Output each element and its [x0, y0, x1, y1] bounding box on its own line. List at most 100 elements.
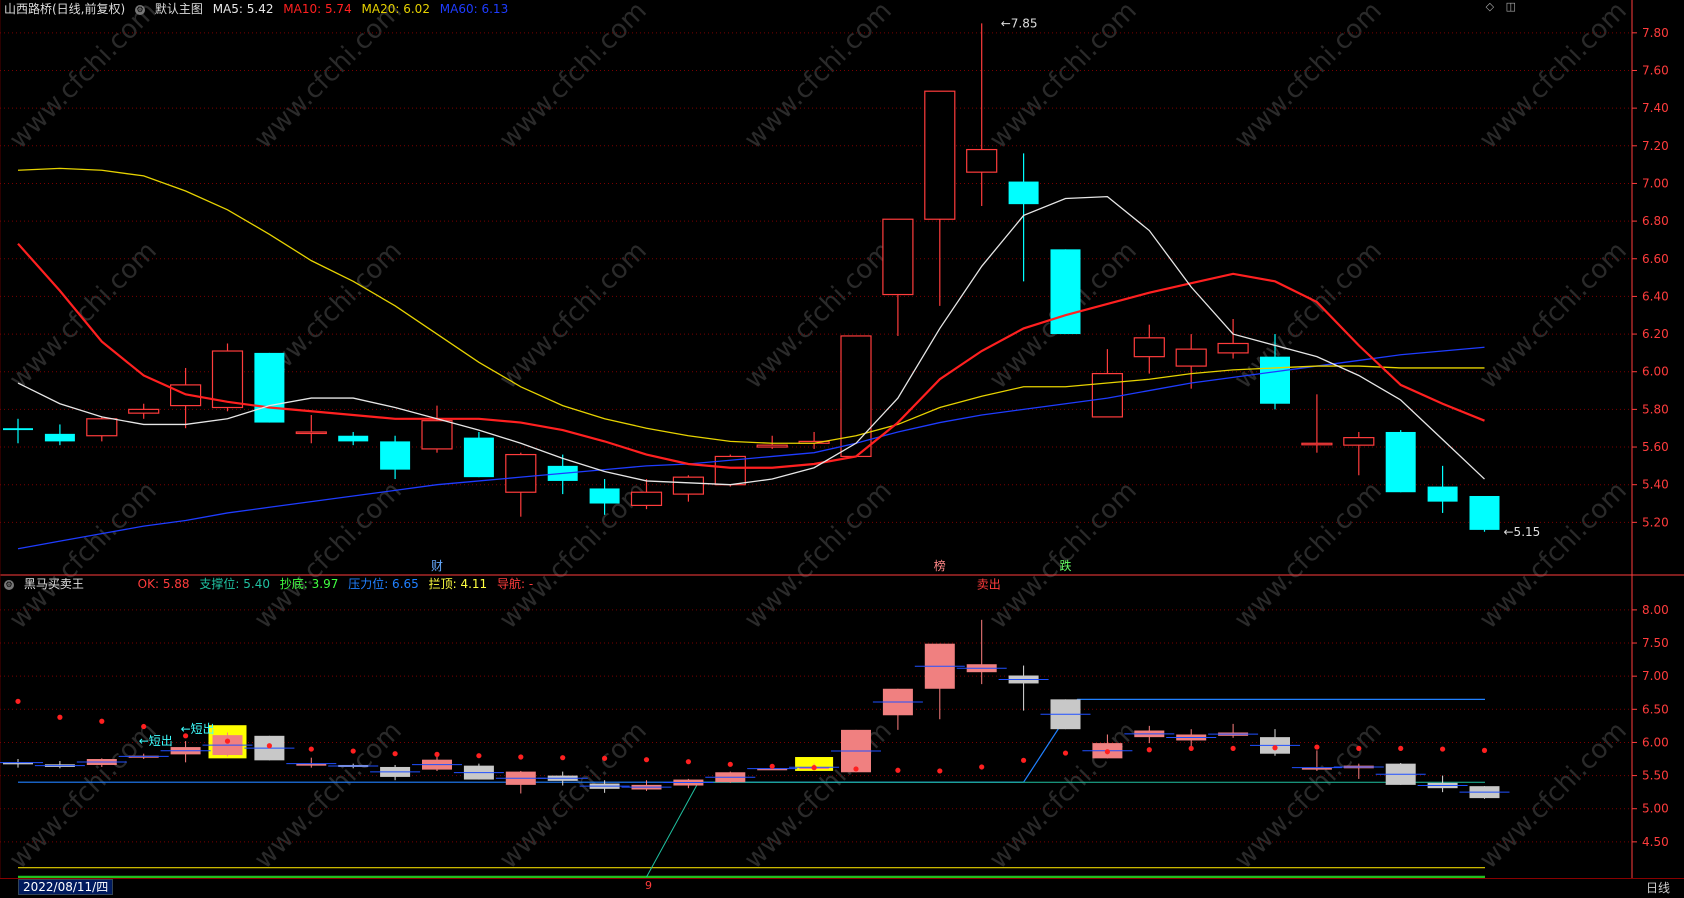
y-tick-label: 5.80 — [1642, 402, 1669, 416]
y-tick-label: 6.80 — [1642, 214, 1669, 228]
sub-chart-header: ⚙ 黑马买卖王 OK: 5.88 支撑位: 5.40 抄底: 3.97 压力位:… — [4, 575, 539, 592]
watermark-text: www.cfchi.com — [984, 476, 1143, 635]
signal-dot — [1272, 745, 1278, 751]
signal-dot — [15, 698, 21, 704]
watermark-text: www.cfchi.com — [494, 716, 653, 875]
signal-label: 卖出 — [977, 578, 1001, 592]
candle-body-up — [128, 408, 160, 414]
watermark-text: www.cfchi.com — [1474, 236, 1633, 395]
watermark-text: www.cfchi.com — [1229, 716, 1388, 875]
watermark-text: www.cfchi.com — [984, 716, 1143, 875]
y-tick-label: 7.00 — [1642, 669, 1669, 683]
y-tick-label: 7.00 — [1642, 176, 1669, 190]
signal-dot — [266, 743, 272, 749]
watermark-text: www.cfchi.com — [4, 0, 163, 155]
signal-dot — [141, 723, 147, 730]
ma10-label: MA10: 5.74 — [283, 2, 352, 16]
watermark-text: www.cfchi.com — [739, 476, 898, 635]
event-label: 财 — [431, 559, 443, 573]
y-tick-label: 8.00 — [1642, 603, 1669, 617]
signal-dot — [1021, 757, 1027, 763]
signal-dot — [1230, 745, 1236, 752]
y-tick-label: 7.50 — [1642, 636, 1669, 650]
signal-label: ←短出 — [139, 734, 173, 748]
ma5-label: MA5: 5.42 — [212, 2, 274, 16]
candle-body-up — [840, 335, 872, 458]
y-tick-label: 5.40 — [1642, 478, 1669, 492]
signal-dot — [1104, 749, 1110, 755]
watermark-text: www.cfchi.com — [1474, 0, 1633, 155]
candle-body-up — [882, 218, 914, 296]
candle-body-up — [1343, 437, 1375, 446]
signal-dot — [560, 755, 566, 761]
watermark-text: www.cfchi.com — [739, 716, 898, 875]
candle-body-down — [3, 428, 33, 431]
candle-body-up — [756, 444, 788, 448]
signal-dot — [392, 751, 398, 757]
candle-body-up — [1091, 373, 1124, 418]
candle-body-down — [1008, 181, 1039, 205]
watermark-text: www.cfchi.com — [4, 476, 163, 635]
signal-dot — [1062, 750, 1069, 756]
candle-body-up — [630, 491, 663, 507]
price-annotation: ←7.85 — [1001, 16, 1038, 30]
diamond-icon[interactable]: ◇ — [1486, 0, 1494, 13]
bottom-bar — [0, 878, 1684, 895]
event-label: 榜 — [934, 558, 946, 573]
period-tab-daily[interactable]: 日线 — [1646, 879, 1670, 896]
settings-icon[interactable]: ⚙ — [135, 4, 146, 15]
candle-body-down — [254, 352, 285, 423]
y-tick-label: 4.50 — [1642, 835, 1669, 849]
candle-body-up — [86, 418, 118, 437]
indicator-settings-icon[interactable]: ⚙ — [4, 579, 14, 590]
signal-dot — [685, 759, 692, 765]
signal-dot — [1188, 745, 1194, 752]
candle-body-up — [505, 453, 537, 493]
candle-body-up — [1217, 342, 1249, 354]
top-right-controls: ◇ ◫ — [1486, 0, 1516, 13]
signal-dot — [57, 714, 63, 720]
signal-dot — [476, 753, 482, 759]
stock-title[interactable]: 山西路桥(日线,前复权) — [4, 2, 125, 16]
y-tick-label: 5.00 — [1642, 802, 1669, 816]
signal-dot — [853, 766, 859, 772]
y-tick-label: 6.60 — [1642, 252, 1669, 266]
signal-dot — [727, 761, 733, 767]
candle-body-down — [380, 441, 411, 470]
pressure-label: 压力位: 6.65 — [348, 577, 419, 591]
signal-dot — [308, 746, 314, 752]
candle-body-down — [463, 437, 494, 478]
top-label: 拦顶: 4.11 — [428, 577, 488, 591]
candle-body-down — [1427, 486, 1458, 502]
indicator-name[interactable]: 黑马买卖王 — [24, 577, 84, 591]
signal-dot — [895, 767, 901, 773]
template-label[interactable]: 默认主图 — [155, 2, 203, 16]
signal-label: ←短出 — [181, 722, 215, 736]
candle-body-down — [338, 435, 369, 442]
signal-dot — [1314, 744, 1320, 750]
candle-body-down — [589, 488, 620, 504]
chart-stage[interactable]: www.cfchi.com www.cfchi.com www.cfchi.com w… — [0, 0, 1684, 896]
y-tick-label: 6.50 — [1642, 702, 1669, 716]
signal-dot — [769, 763, 775, 769]
signal-dot — [518, 754, 524, 760]
y-tick-label: 7.80 — [1642, 26, 1669, 40]
price-annotation: ←5.15 — [1504, 525, 1541, 539]
watermark-text: www.cfchi.com — [1229, 236, 1388, 395]
kline-chart-svg[interactable]: www.cfchi.com www.cfchi.com www.cfchi.com w… — [0, 0, 1684, 894]
watermark-text: www.cfchi.com — [1229, 476, 1388, 635]
watermark-text: www.cfchi.com — [494, 236, 653, 395]
signal-dot — [602, 755, 608, 761]
y-tick-label: 6.20 — [1642, 327, 1669, 341]
signal-dot — [1440, 746, 1446, 752]
candle-body-up — [295, 431, 327, 435]
y-tick-label: 7.20 — [1642, 139, 1669, 153]
y-tick-label: 6.40 — [1642, 289, 1669, 303]
window-toggle-icon[interactable]: ◫ — [1506, 0, 1516, 13]
signal-dot — [434, 751, 440, 757]
main-chart-header: 山西路桥(日线,前复权) ⚙ 默认主图 MA5: 5.42 MA10: 5.74… — [4, 0, 514, 17]
watermark-text: www.cfchi.com — [494, 0, 653, 155]
candle-body-down — [44, 433, 75, 442]
signal-dot — [350, 748, 356, 754]
signal-dot — [224, 738, 231, 744]
